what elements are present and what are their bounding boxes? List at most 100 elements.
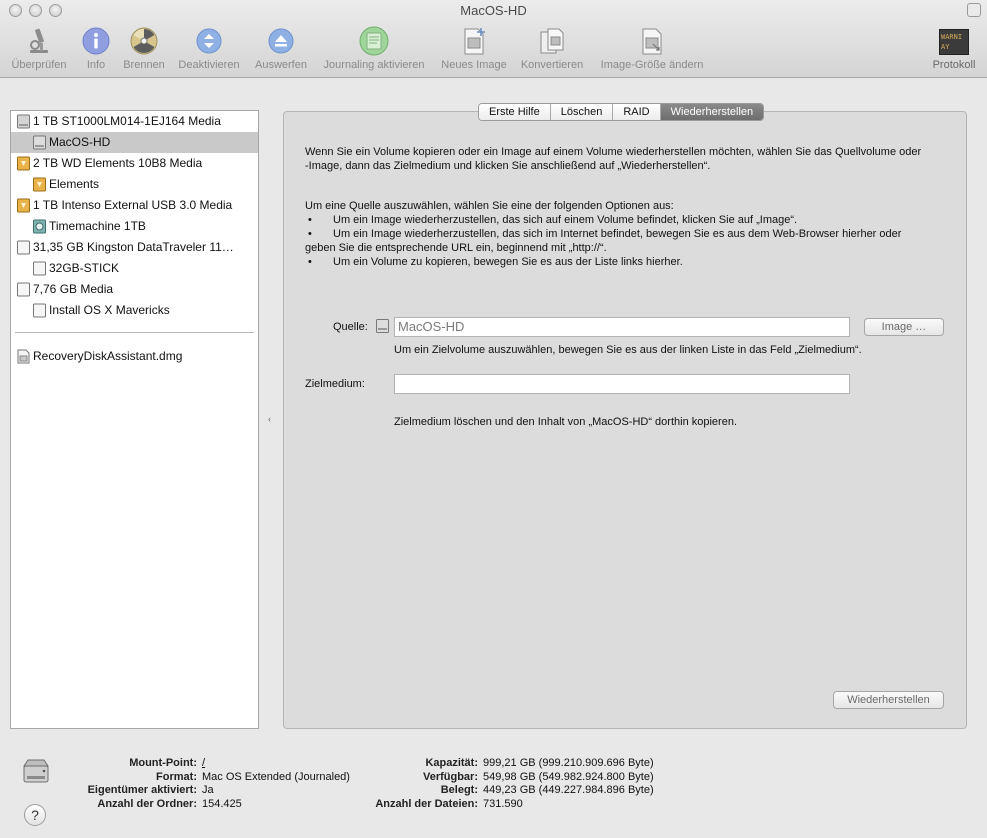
source-field[interactable]: MacOS-HD [394,317,850,337]
toolbar-convert-button[interactable]: Konvertieren [517,26,587,74]
sidebar-item-label: 7,76 GB Media [33,282,114,296]
microscope-icon [30,28,48,53]
external-volume-icon [33,177,46,192]
sidebar-item-volume[interactable]: Timemachine 1TB [11,216,258,237]
sidebar-item-label: Timemachine 1TB [49,219,146,233]
disk-list[interactable]: 1 TB ST1000LM014-1EJ164 Media MacOS-HD 2… [10,110,259,729]
mount-point-link[interactable]: / [197,757,205,771]
external-disk-icon [17,198,30,213]
unmount-icon [196,28,222,54]
restore-intro: Wenn Sie ein Volume kopieren oder ein Im… [305,146,922,172]
toolbar-log-button[interactable]: WARNI AY 7:36 Protokoll [928,26,980,74]
target-label: Zielmedium: [305,378,365,390]
usb-volume-icon [33,303,46,318]
image-button[interactable]: Image … [864,318,944,336]
toolbar-info-button[interactable]: Info [80,26,112,74]
toolbar: MacOS-HD Überprüfen Info Brennen Deaktiv… [0,0,987,78]
disk-image-icon [17,349,30,364]
toolbar-label: Auswerfen [255,59,307,71]
sidebar-item-disk[interactable]: 7,76 GB Media [11,279,258,300]
toolbar-label: Deaktivieren [178,59,240,71]
toolbar-verify-button[interactable]: Überprüfen [8,26,70,74]
tab-first-aid[interactable]: Erste Hilfe [479,104,551,120]
option-bullet: • Um ein Volume zu kopieren, bewegen Sie… [308,256,683,268]
journaling-icon [359,26,389,56]
toolbar-label: Konvertieren [520,59,584,71]
source-label: Quelle: [333,321,368,333]
sidebar-item-label: MacOS-HD [49,135,111,149]
volume-info-right: Kapazität: 999,21 GB (999.210.909.696 Byt… [360,757,654,812]
source-disk-icon [376,319,389,333]
sidebar-item-volume[interactable]: MacOS-HD [11,132,258,153]
toolbar-label: Image-Größe ändern [600,59,704,71]
sidebar-item-label: Elements [49,177,100,191]
split-view-handle[interactable]: ‹ [268,414,271,424]
restore-options: Um eine Quelle auszuwählen, wählen Sie e… [305,199,930,269]
toolbar-resize-image-button[interactable]: Image-Größe ändern [595,26,709,74]
target-field[interactable] [394,374,850,394]
external-disk-icon [17,156,30,171]
sidebar-item-disk[interactable]: 1 TB Intenso External USB 3.0 Media [11,195,258,216]
info-row: Eigentümer aktiviert: Ja [87,784,214,797]
option-bullet: • Um ein Image wiederherzustellen, das s… [308,214,798,226]
log-badge-line-1: WARNI [941,33,963,41]
toolbar-burn-button[interactable]: Brennen [120,26,168,74]
sidebar-item-volume[interactable]: 32GB-STICK [11,258,258,279]
new-image-icon [464,28,485,55]
info-icon [82,27,110,55]
sidebar-divider [15,332,254,333]
fullscreen-button[interactable] [967,3,981,17]
info-row: Belegt: 449,23 GB (449.227.984.896 Byte) [440,784,654,797]
sidebar-item-label: 32GB-STICK [49,261,120,275]
selected-disk-icon [23,759,49,783]
toolbar-label: Info [86,59,106,71]
tab-restore[interactable]: Wiederherstellen [660,104,764,120]
sidebar-item-label: 1 TB Intenso External USB 3.0 Media [33,198,233,212]
toolbar-eject-button[interactable]: Auswerfen [252,26,310,74]
volume-info-left: Mount-Point: / Format: Mac OS Extended (Jo… [60,757,350,812]
options-title: Um eine Quelle auszuwählen, wählen Sie e… [305,200,674,212]
sidebar-item-image[interactable]: RecoveryDiskAssistant.dmg [11,346,258,367]
sidebar-item-disk[interactable]: 2 TB WD Elements 10B8 Media [11,153,258,174]
tab-raid[interactable]: RAID [613,104,661,120]
sidebar-item-label: 2 TB WD Elements 10B8 Media [33,156,203,170]
restore-button[interactable]: Wiederherstellen [833,691,944,709]
info-row: Kapazität: 999,21 GB (999.210.909.696 Byt… [425,757,654,769]
usb-disk-icon [17,282,30,297]
sidebar-item-volume[interactable]: Install OS X Mavericks [11,300,258,321]
toolbar-label: Überprüfen [11,59,67,71]
sidebar-item-label: 1 TB ST1000LM014-1EJ164 Media [33,114,221,128]
sidebar-item-disk[interactable]: 31,35 GB Kingston DataTraveler 11… [11,237,258,258]
log-icon: WARNI AY 7:36 [939,29,969,55]
internal-disk-icon [17,114,30,129]
toolbar-label: Protokoll [932,59,976,71]
sidebar-item-label: Install OS X Mavericks [49,303,170,317]
help-button[interactable]: ? [24,804,46,826]
info-row: Anzahl der Dateien: 731.590 [375,798,523,811]
tab-bar: Erste Hilfe Löschen RAID Wiederherstelle… [478,103,765,121]
info-row: Mount-Point: / [129,757,206,771]
sidebar-item-volume[interactable]: Elements [11,174,258,195]
tab-erase[interactable]: Löschen [550,104,614,120]
toolbar-label: Brennen [123,59,165,71]
sidebar-item-disk[interactable]: 1 TB ST1000LM014-1EJ164 Media [11,111,258,132]
toolbar-new-image-button[interactable]: Neues Image [438,26,510,74]
toolbar-label: Neues Image [441,59,507,71]
info-row: Verfügbar: 549,98 GB (549.982.924.800 Byt… [422,770,654,783]
toolbar-label: Journaling aktivieren [323,59,425,71]
sidebar-item-label: RecoveryDiskAssistant.dmg [33,349,183,363]
eject-icon [268,28,294,54]
source-hint: Um ein Zielvolume auszuwählen, bewegen S… [394,344,862,356]
option-bullet: • Um ein Image wiederherzustellen, das si… [305,228,902,254]
toolbar-journaling-button[interactable]: Journaling aktivieren [318,26,430,74]
convert-icon [540,28,564,54]
info-row: Anzahl der Ordner: 154.425 [97,798,242,811]
burn-icon [130,27,158,55]
sidebar-item-label: 31,35 GB Kingston DataTraveler 11… [33,240,234,254]
usb-volume-icon [33,261,46,276]
restore-summary: Zielmedium löschen und den Inhalt von „M… [394,416,737,428]
toolbar-unmount-button[interactable]: Deaktivieren [175,26,243,74]
window-title: MacOS-HD [460,3,527,18]
time-machine-icon [33,219,46,234]
resize-image-icon [642,28,662,55]
